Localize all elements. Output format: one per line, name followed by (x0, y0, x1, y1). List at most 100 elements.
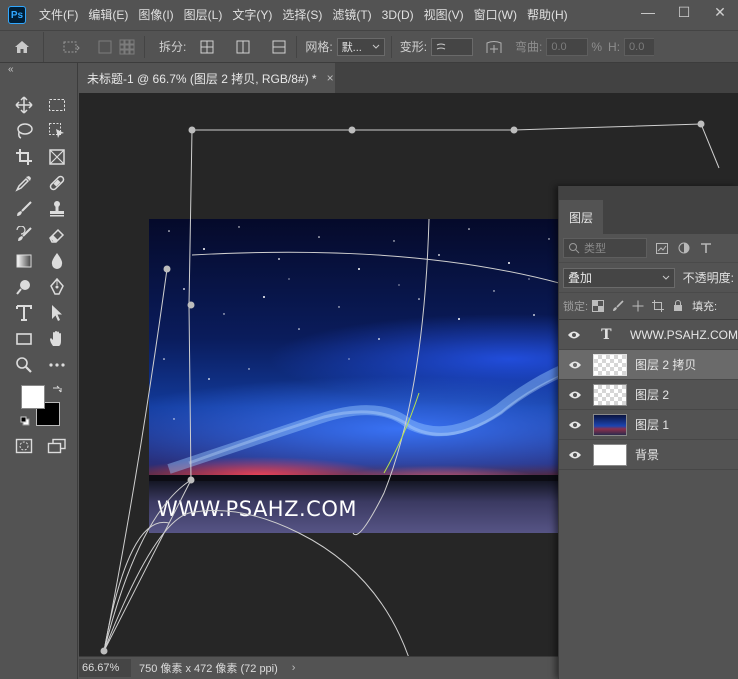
swap-colors-icon[interactable] (52, 384, 62, 398)
default-colors-icon[interactable] (20, 415, 30, 429)
visibility-eye-icon[interactable] (559, 380, 591, 410)
close-tab-icon[interactable]: × (327, 71, 334, 85)
edit-toolbar-button[interactable] (43, 353, 71, 377)
mesh-handle[interactable] (510, 126, 518, 134)
menu-window[interactable]: 窗口(W) (469, 0, 522, 30)
crop-tool[interactable] (10, 145, 38, 169)
warp-orientation-icon[interactable] (483, 36, 505, 58)
mesh-handle[interactable] (348, 126, 356, 134)
layer-row[interactable]: 图层 1 (559, 410, 738, 440)
lock-row: 锁定: 填充: (559, 292, 738, 320)
document-title: 未标题-1 @ 66.7% (图层 2 拷贝, RGB/8#) * (87, 71, 317, 86)
object-selection-tool[interactable] (43, 119, 71, 143)
frame-tool[interactable] (43, 145, 71, 169)
move-tool[interactable] (10, 93, 38, 117)
mesh-handle[interactable] (188, 126, 196, 134)
visibility-eye-icon[interactable] (559, 440, 591, 470)
dodge-tool[interactable] (10, 275, 38, 299)
minimize-button[interactable]: — (630, 0, 666, 24)
visibility-eye-icon[interactable] (559, 410, 591, 440)
visibility-eye-icon[interactable] (559, 350, 591, 380)
layer-row-selected[interactable]: 图层 2 拷贝 (559, 350, 738, 380)
path-selection-tool[interactable] (43, 301, 71, 325)
lock-pixels-brush-icon[interactable] (608, 296, 628, 316)
document-info: 750 像素 x 472 像素 (72 ppi) (139, 663, 278, 675)
collapse-toolbar-button[interactable]: « (0, 63, 77, 77)
menu-view[interactable]: 视图(V) (419, 0, 469, 30)
mesh-handle[interactable] (697, 120, 705, 128)
screen-mode-button[interactable] (43, 434, 71, 458)
marquee-tool[interactable] (43, 93, 71, 117)
quick-mask-icon (15, 438, 33, 454)
eraser-tool[interactable] (43, 223, 71, 247)
lock-position-icon[interactable] (628, 296, 648, 316)
blend-mode-select[interactable]: 叠加 (563, 267, 675, 288)
split-label: 拆分: (159, 40, 187, 54)
menu-file[interactable]: 文件(F) (34, 0, 83, 30)
lasso-icon (17, 123, 33, 139)
document-tab[interactable]: 未标题-1 @ 66.7% (图层 2 拷贝, RGB/8#) * × (79, 63, 335, 93)
mesh-select[interactable]: 默... (336, 37, 385, 56)
h-field[interactable]: 0.0 (624, 37, 655, 56)
quick-mask-button[interactable] (10, 434, 38, 458)
divider (144, 35, 145, 58)
tab-layers[interactable]: 图层 (559, 200, 603, 234)
mesh-handle[interactable] (100, 647, 108, 655)
zoom-level-field[interactable]: 66.67% (79, 659, 131, 677)
filter-adjustment-icon[interactable] (673, 238, 695, 258)
split-cross-icon[interactable] (196, 36, 218, 58)
gradient-tool[interactable] (10, 249, 38, 273)
menu-3d[interactable]: 3D(D) (377, 0, 419, 30)
clone-stamp-tool[interactable] (43, 197, 71, 221)
layer-filter-select[interactable]: 类型 (563, 238, 647, 258)
split-horizontal-icon[interactable] (268, 36, 290, 58)
close-window-button[interactable]: ✕ (702, 0, 738, 24)
brush-tool[interactable] (10, 197, 38, 221)
menu-bar: Ps 文件(F) 编辑(E) 图像(I) 图层(L) 文字(Y) 选择(S) 滤… (0, 0, 738, 30)
maximize-button[interactable]: ☐ (666, 0, 702, 24)
menu-edit[interactable]: 编辑(E) (83, 0, 133, 30)
history-brush-tool[interactable] (10, 223, 38, 247)
layer-row[interactable]: T WWW.PSAHZ.COM (559, 320, 738, 350)
status-menu-arrow-icon[interactable]: › (292, 662, 296, 674)
menu-select[interactable]: 选择(S) (277, 0, 327, 30)
foreground-color-swatch[interactable] (21, 385, 45, 409)
lock-transparent-icon[interactable] (588, 296, 608, 316)
filter-pixel-icon[interactable] (651, 238, 673, 258)
pen-tool[interactable] (43, 275, 71, 299)
eyedropper-tool[interactable] (10, 171, 38, 195)
dodge-icon (16, 280, 30, 295)
grid-pattern-icon[interactable] (116, 36, 138, 58)
split-vertical-icon[interactable] (232, 36, 254, 58)
menu-type[interactable]: 文字(Y) (227, 0, 277, 30)
bend-field[interactable]: 0.0 (546, 37, 589, 56)
zoom-level: 66.67% (82, 662, 120, 674)
filter-type-icon[interactable] (695, 238, 717, 258)
healing-brush-tool[interactable] (43, 171, 71, 195)
blur-tool[interactable] (43, 249, 71, 273)
mesh-handle[interactable] (187, 301, 195, 309)
pen-nib-icon (50, 278, 64, 295)
rectangle-tool[interactable] (10, 327, 38, 351)
type-tool[interactable] (10, 301, 38, 325)
lasso-tool[interactable] (10, 119, 38, 143)
gradient-icon (16, 254, 32, 268)
menu-filter[interactable]: 滤镜(T) (327, 0, 376, 30)
transform-preset-icon[interactable] (60, 36, 82, 58)
bandage-icon (49, 175, 65, 191)
warp-select[interactable] (431, 37, 474, 56)
layer-row[interactable]: 背景 (559, 440, 738, 470)
lock-artboard-icon[interactable] (648, 296, 668, 316)
menu-help[interactable]: 帮助(H) (522, 0, 573, 30)
lock-all-icon[interactable] (668, 296, 688, 316)
hand-tool[interactable] (43, 327, 71, 351)
zoom-tool[interactable] (10, 353, 38, 377)
visibility-eye-icon[interactable] (559, 320, 589, 350)
menu-image[interactable]: 图像(I) (133, 0, 178, 30)
mesh-handle[interactable] (163, 265, 171, 273)
layer-row[interactable]: 图层 2 (559, 380, 738, 410)
home-button[interactable] (0, 31, 44, 62)
mesh-handle[interactable] (187, 476, 195, 484)
grid-toggle-icon[interactable] (94, 36, 116, 58)
menu-layer[interactable]: 图层(L) (179, 0, 228, 30)
